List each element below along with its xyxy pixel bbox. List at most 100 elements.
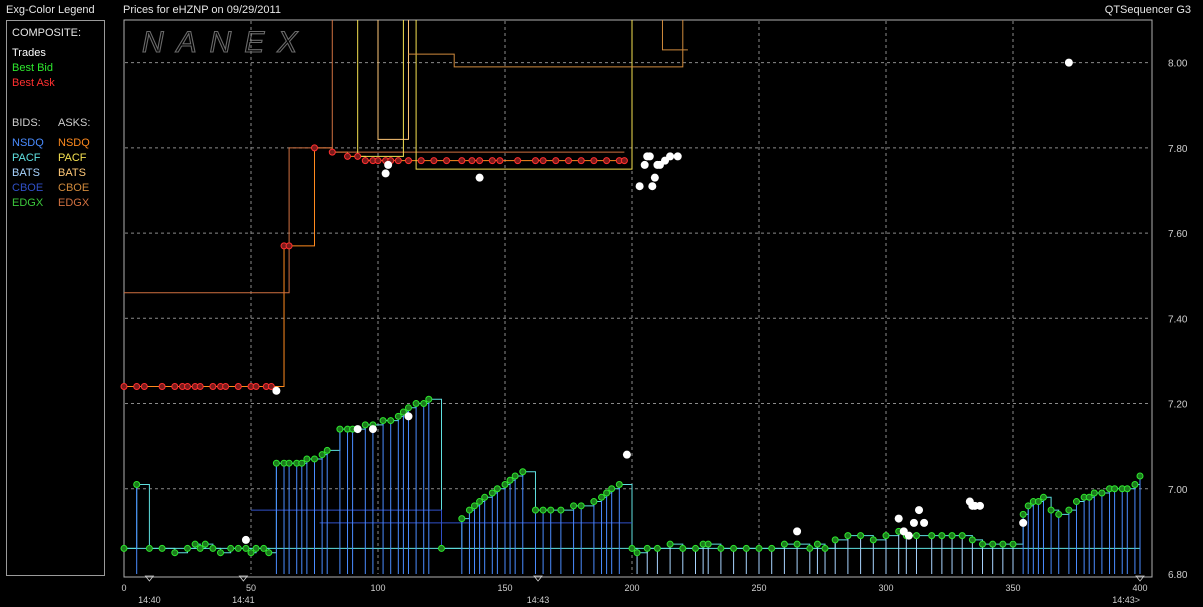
trade-point [920,518,929,527]
trade-point [894,514,903,523]
best-bid-point [742,544,750,552]
best-bid-point [813,540,821,548]
trade-point [1064,58,1073,67]
x-tick-label: 50 [246,583,256,593]
best-bid-point [272,459,280,467]
best-bid-point [768,544,776,552]
best-bid-point [598,493,606,501]
y-tick-label: 6.80 [1168,570,1188,581]
y-tick-label: 8.00 [1168,59,1188,70]
best-ask-point [133,382,141,390]
best-ask-point [531,157,539,165]
best-bid-point [260,544,268,552]
best-bid-point [227,544,235,552]
price-chart: NANEX 0 50 100 150 200 250 300 350 400 8.00 7.80 7.… [120,19,1188,605]
y-tick-label: 7.60 [1168,229,1188,240]
best-bid-point [531,506,539,514]
best-bid-point [425,395,433,403]
best-bid-point [628,544,636,552]
time-label: 14:43 [527,595,550,605]
best-ask-point [184,382,191,390]
best-ask-point [590,157,598,165]
best-bid-point [191,540,199,548]
x-tick-label: 200 [624,583,639,593]
best-bid-point [1136,472,1144,480]
trade-point [909,518,918,527]
best-bid-point [318,451,326,459]
best-ask-point [603,157,611,165]
trade-point [666,152,675,161]
best-bid-point [633,549,641,557]
best-bid-point [1090,489,1098,497]
best-bid-point [730,544,738,552]
best-bid-point [755,544,763,552]
best-bid-point [323,446,331,454]
x-tick-label: 300 [878,583,893,593]
best-ask-point [620,157,628,165]
best-bid-point [666,540,674,548]
best-bid-point [133,481,141,489]
trade-point [915,506,924,515]
x-tick-label: 250 [751,583,766,593]
best-bid-point [242,544,250,552]
best-bid-point [608,485,616,493]
y-tick-label: 7.00 [1168,485,1188,496]
trade-point [241,535,250,544]
best-ask-point [488,157,496,165]
best-bid-point [1073,498,1080,506]
best-bid-point [493,485,501,493]
best-bid-point [912,532,920,540]
trade-point [975,501,984,510]
y-tick-label: 7.20 [1168,400,1188,411]
best-bid-point [717,544,725,552]
best-bid-point [844,532,852,540]
best-bid-point [692,544,699,552]
trade-point [1019,518,1028,527]
best-bid-point [1131,481,1139,489]
best-bid-point [1098,489,1106,497]
best-bid-point [247,549,255,557]
x-tick-label: 100 [370,583,385,593]
best-bid-point [547,506,555,514]
best-bid-point [476,498,484,506]
best-ask-point [468,157,476,165]
best-bid-point [1034,498,1042,506]
best-bid-point [539,506,547,514]
best-bid-point [1039,493,1047,501]
trade-point [645,152,654,161]
time-label: 14:41 [232,595,255,605]
best-ask-point [285,242,293,250]
best-bid-point [519,468,527,476]
best-ask-point [565,157,572,165]
best-bid-point [252,544,260,552]
best-ask-point [158,382,166,390]
best-bid-point [1055,510,1063,518]
x-tick-label: 350 [1005,583,1020,593]
best-bid-point [394,412,402,420]
best-ask-point [443,157,451,165]
best-bid-point [234,544,242,552]
best-ask-point [328,148,336,156]
trade-point [904,531,913,540]
x-tick-label: 400 [1132,583,1147,593]
best-bid-point [158,544,166,552]
best-ask-point [476,157,484,165]
best-bid-point [793,540,801,548]
best-ask-point [196,382,204,390]
best-ask-point [344,152,352,160]
best-bid-point [653,544,661,552]
trade-point [475,173,484,182]
best-bid-point [298,459,306,467]
best-bid-point [465,506,473,514]
best-ask-point [539,157,547,165]
best-bid-point [379,417,387,425]
best-bid-point [511,472,519,480]
best-bid-point [458,515,466,523]
best-bid-point [1019,510,1027,518]
best-ask-point [514,157,522,165]
best-ask-point [374,157,382,165]
best-bid-point [1111,485,1119,493]
best-bid-point [217,549,225,557]
best-ask-point [417,157,425,165]
best-bid-point [265,549,273,557]
